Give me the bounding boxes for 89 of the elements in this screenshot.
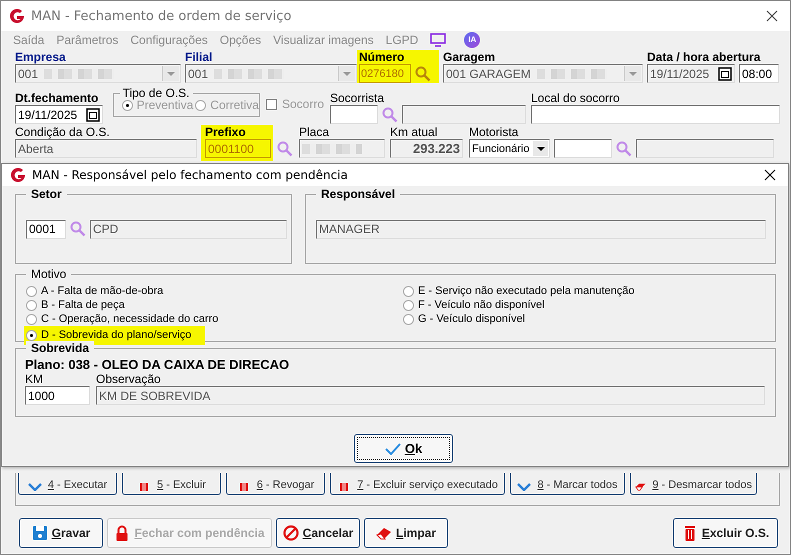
radio-button[interactable]: [26, 300, 37, 310]
field-label: Local do socorro: [531, 91, 620, 105]
group-legend: Setor: [26, 187, 67, 201]
search-icon[interactable]: [415, 66, 431, 82]
radio-option[interactable]: F - Veículo não disponível: [401, 298, 547, 312]
radio-button[interactable]: [403, 286, 414, 296]
action-button[interactable]: 6 - Revogar: [226, 473, 325, 495]
input-field[interactable]: 1000: [25, 386, 90, 405]
redacted-text: [302, 144, 362, 154]
radio-button[interactable]: [403, 300, 414, 310]
monitor-icon[interactable]: [430, 32, 446, 46]
input-field[interactable]: 0001: [26, 220, 66, 238]
toolbar-button[interactable]: Limpar: [364, 518, 448, 548]
date-field[interactable]: 19/11/2025: [647, 64, 735, 83]
input-field: MANAGER: [316, 220, 766, 238]
radio-button[interactable]: [403, 314, 414, 324]
field-label: Km atual: [390, 125, 438, 139]
lock-icon: [114, 525, 130, 541]
dropdown[interactable]: Funcionário: [469, 139, 550, 158]
floppy-icon: [32, 525, 48, 541]
check-icon: [28, 483, 42, 491]
field-label: Observação: [96, 372, 161, 386]
dropdown-arrow-icon[interactable]: [536, 146, 544, 150]
field-label: Número: [359, 50, 404, 64]
time-field[interactable]: 08:00: [739, 64, 779, 83]
input-field: 293.223: [390, 139, 463, 158]
field-label: Motorista: [469, 125, 518, 139]
check-icon: [517, 483, 532, 491]
field-label: Socorrista: [330, 91, 384, 105]
toolbar-button[interactable]: Cancelar: [276, 518, 360, 548]
field-label: Filial: [185, 50, 212, 64]
field-label: Prefixo: [205, 125, 246, 139]
action-button[interactable]: 9 - Desmarcar todos: [630, 473, 757, 495]
dialog-title: MAN - Responsável pelo fechamento com pendência: [32, 168, 348, 182]
radio-option[interactable]: C - Operação, necessidade do carro: [24, 312, 220, 326]
logo-icon: [10, 167, 26, 183]
logo-icon: [9, 8, 25, 24]
action-button[interactable]: 7 - Excluir serviço executado: [330, 473, 505, 495]
search-icon[interactable]: [277, 141, 293, 157]
search-icon[interactable]: [70, 221, 86, 237]
input-field: CPD: [90, 220, 287, 238]
check-icon: [384, 442, 401, 454]
search-icon[interactable]: [616, 140, 632, 156]
radio-button[interactable]: [26, 314, 37, 324]
field-label: KM: [25, 372, 43, 386]
close-icon[interactable]: [764, 169, 776, 181]
group-legend: Tipo de O.S.: [120, 86, 192, 100]
window-title: MAN - Fechamento de ordem de serviço: [31, 8, 292, 24]
date-field[interactable]: 19/11/2025: [15, 105, 103, 124]
field-label: Dt.fechamento: [15, 91, 98, 105]
field-label: Garagem: [443, 50, 496, 64]
toolbar-button[interactable]: Excluir O.S.: [673, 518, 778, 548]
input-field: KM DE SOBREVIDA: [96, 386, 765, 405]
eraser-icon: [635, 483, 646, 491]
input-field[interactable]: [330, 105, 378, 124]
action-button[interactable]: 8 - Marcar todos: [510, 473, 625, 495]
input-field: Aberta: [15, 139, 197, 158]
toolbar-button[interactable]: Gravar: [19, 518, 103, 548]
search-icon[interactable]: [382, 106, 398, 122]
combo-box[interactable]: 001: [185, 64, 357, 83]
combo-box[interactable]: 001 GARAGEM: [443, 64, 643, 83]
input-field[interactable]: [531, 105, 780, 124]
radio-option[interactable]: G - Veículo disponível: [401, 312, 528, 326]
field-label: Placa: [299, 125, 330, 139]
group-legend: Sobrevida: [26, 341, 94, 355]
field-label: Data / hora abertura: [647, 50, 760, 64]
combo-box[interactable]: 001: [15, 64, 181, 83]
radio-option[interactable]: B - Falta de peça: [24, 298, 127, 312]
field-label: Condição da O.S.: [15, 125, 110, 139]
close-icon[interactable]: [766, 10, 778, 22]
radio-option[interactable]: A - Falta de mão-de-obra: [24, 284, 166, 298]
ia-badge[interactable]: IA: [464, 32, 480, 48]
group-legend: Responsável: [316, 187, 400, 201]
input-field[interactable]: [554, 139, 612, 158]
input-field[interactable]: 0276180: [359, 64, 411, 83]
action-button[interactable]: 5 - Excluir: [122, 473, 221, 495]
group-legend: Motivo: [26, 267, 72, 281]
field-label: Empresa: [15, 50, 66, 64]
calendar-icon[interactable]: [718, 67, 732, 81]
plan-text: Plano: 038 - OLEO DA CAIXA DE DIRECAO: [25, 357, 290, 372]
action-button[interactable]: 4 - Executar: [18, 473, 117, 495]
ok-button[interactable]: Ok: [354, 434, 453, 463]
cancel-icon: [282, 525, 299, 541]
radio-button[interactable]: [26, 330, 37, 340]
calendar-icon[interactable]: [86, 108, 100, 122]
eraser-icon: [376, 525, 392, 541]
radio-option[interactable]: E - Serviço não executado pela manutenção: [401, 284, 636, 298]
radio-button[interactable]: [26, 286, 37, 296]
input-field[interactable]: 0001100: [205, 139, 271, 158]
